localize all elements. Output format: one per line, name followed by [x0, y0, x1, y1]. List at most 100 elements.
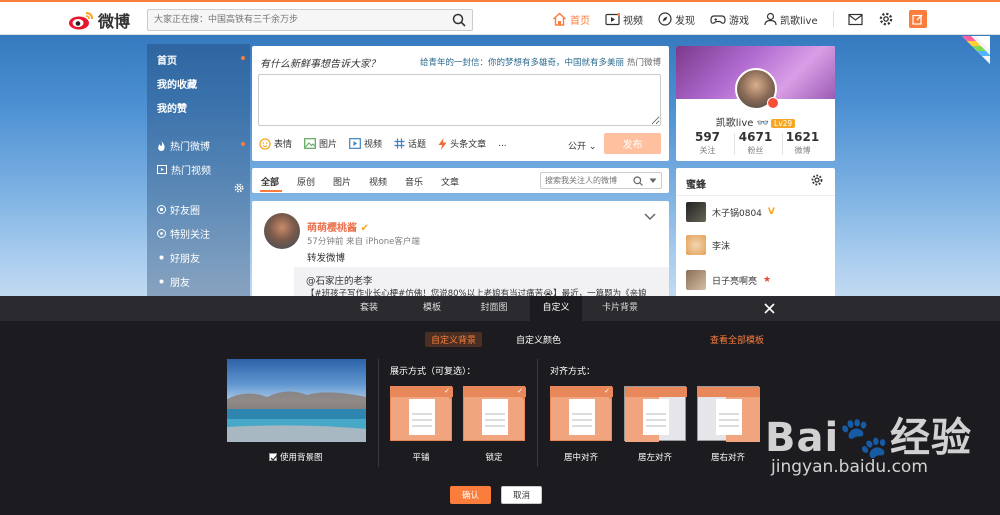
friend-item[interactable]: 木子锅0804 V: [686, 202, 775, 222]
video-tool[interactable]: 视频: [349, 137, 382, 150]
friends-gear-icon[interactable]: [811, 174, 823, 186]
use-background-checkbox[interactable]: 使用背景图: [269, 451, 323, 463]
skin-tab-custom[interactable]: 自定义: [530, 296, 582, 321]
stat-following[interactable]: 597 关注: [681, 130, 734, 156]
article-tool[interactable]: 头条文章: [438, 137, 486, 150]
weibo-logo-icon: [69, 12, 93, 30]
feed-search-input[interactable]: [541, 173, 627, 188]
leftnav-friend-circle[interactable]: 好友圈: [157, 202, 200, 217]
skin-tab-card-bg[interactable]: 卡片背景: [594, 296, 646, 321]
leftnav-favorites[interactable]: 我的收藏: [157, 76, 197, 91]
post-author[interactable]: 萌萌樱桃酱 ✔: [307, 219, 369, 234]
image-tool[interactable]: 图片: [304, 137, 337, 150]
skin-tab-cover[interactable]: 封面图: [470, 296, 518, 321]
publish-button[interactable]: 发布: [604, 133, 661, 154]
profile-name[interactable]: 凯歌live 👓 Lv29: [676, 114, 835, 129]
composer-hint-link[interactable]: 给青年的一封信：你的梦想有多雄奇，中国就有多美丽: [420, 56, 624, 68]
repost-author[interactable]: @石家庄的老李: [306, 273, 373, 287]
compose-button[interactable]: [908, 10, 927, 28]
nav-discover-label: 发现: [675, 15, 695, 27]
align-center-option[interactable]: ✓: [550, 386, 613, 441]
message-icon[interactable]: [848, 13, 863, 26]
custom-color-tab[interactable]: 自定义颜色: [510, 332, 567, 347]
stat-followers[interactable]: 4671 粉丝: [729, 130, 782, 156]
use-background-label: 使用背景图: [280, 453, 323, 463]
tab-images[interactable]: 图片: [333, 175, 351, 188]
nav-video-label: 视频: [623, 15, 643, 27]
leftnav-gear-icon[interactable]: [234, 183, 244, 193]
topic-tool[interactable]: 话题: [394, 137, 426, 150]
baidu-jingyan-watermark: Bai🐾经验 jingyan.baidu.com: [765, 405, 972, 477]
visibility-label: 公开: [568, 142, 587, 152]
background-thumbnail[interactable]: [227, 359, 366, 442]
align-left-option[interactable]: [624, 386, 687, 442]
confirm-button[interactable]: 确认: [450, 486, 491, 504]
author-avatar[interactable]: [264, 213, 300, 249]
watermark-brand: Bai🐾经验: [765, 415, 972, 461]
display-tile-option[interactable]: ✓: [390, 386, 453, 441]
layout-preview: [643, 399, 669, 435]
leftnav-hot-weibo[interactable]: 热门微博: [157, 138, 210, 153]
leftnav-hot-video[interactable]: 热门视频: [157, 162, 211, 177]
emoji-tool[interactable]: 表情: [259, 137, 292, 150]
article-tool-label: 头条文章: [450, 140, 487, 150]
weibo-logo[interactable]: 微博: [68, 8, 130, 32]
align-right-option[interactable]: [697, 386, 760, 442]
hashtag-icon: [394, 138, 405, 149]
section-divider: [537, 359, 538, 467]
feed-search: [540, 172, 662, 189]
video-tool-label: 视频: [364, 140, 383, 150]
composer-textarea[interactable]: [258, 74, 661, 126]
hot-weibo-link[interactable]: 热门微博: [627, 56, 661, 68]
stat-weibo-label: 微博: [794, 146, 811, 155]
layout-preview: [569, 399, 595, 435]
display-lock-option[interactable]: ✓: [463, 386, 526, 441]
layout-preview: [716, 399, 742, 435]
leftnav-friends[interactable]: 朋友: [157, 274, 190, 289]
cancel-button[interactable]: 取消: [501, 486, 542, 504]
see-all-templates-link[interactable]: 查看全部模板: [710, 333, 764, 346]
stat-following-value: 597: [694, 130, 721, 144]
stat-weibo[interactable]: 1621 微博: [776, 130, 829, 156]
video-icon: [605, 12, 620, 25]
nav-discover[interactable]: 发现: [658, 12, 695, 27]
nav-video[interactable]: 视频: [605, 12, 643, 27]
emoji-tool-label: 表情: [274, 140, 293, 150]
vip-icon: 👓: [756, 118, 770, 129]
nav-home[interactable]: 首页: [552, 12, 590, 27]
dot-icon: [159, 255, 164, 260]
chevron-down-icon: ⌄: [586, 142, 597, 152]
circle-icon: [157, 205, 166, 214]
friend-item[interactable]: 李沫: [686, 235, 736, 255]
nav-game[interactable]: 游戏: [710, 12, 749, 27]
custom-bg-tab[interactable]: 自定义背景: [425, 332, 483, 347]
visibility-select[interactable]: 公开 ⌄: [568, 139, 596, 152]
tab-original[interactable]: 原创: [297, 175, 315, 188]
logo-text: 微博: [98, 12, 131, 31]
skin-tab-suite[interactable]: 套装: [345, 296, 393, 321]
leftnav-special-follow[interactable]: 特别关注: [157, 226, 210, 241]
skin-corner-icon[interactable]: [962, 36, 990, 64]
stat-followers-value: 4671: [738, 130, 773, 144]
friend-name: 日子亮啊亮: [712, 276, 758, 287]
leftnav-home[interactable]: 首页: [157, 52, 177, 67]
dropdown-icon[interactable]: [649, 178, 657, 184]
tab-music[interactable]: 音乐: [405, 175, 423, 188]
tab-videos[interactable]: 视频: [369, 175, 387, 188]
nav-user[interactable]: 凯歌live: [764, 12, 818, 27]
search-icon[interactable]: [452, 13, 466, 27]
close-icon[interactable]: [764, 303, 775, 314]
more-tool[interactable]: ...: [498, 139, 507, 149]
friend-item[interactable]: 日子亮啊亮 ★: [686, 270, 771, 290]
skin-tab-template[interactable]: 模板: [408, 296, 456, 321]
post-meta: 57分钟前 来自 iPhone客户端: [307, 237, 420, 247]
chevron-down-icon[interactable]: [644, 213, 656, 221]
tab-all[interactable]: 全部: [261, 175, 279, 188]
search-icon[interactable]: [633, 176, 643, 186]
search-input[interactable]: [148, 10, 438, 30]
settings-gear-icon[interactable]: [879, 12, 893, 26]
edit-icon: [912, 14, 923, 25]
leftnav-good-friends[interactable]: 好朋友: [157, 250, 200, 265]
tab-articles[interactable]: 文章: [441, 175, 459, 188]
leftnav-likes[interactable]: 我的赞: [157, 100, 187, 115]
